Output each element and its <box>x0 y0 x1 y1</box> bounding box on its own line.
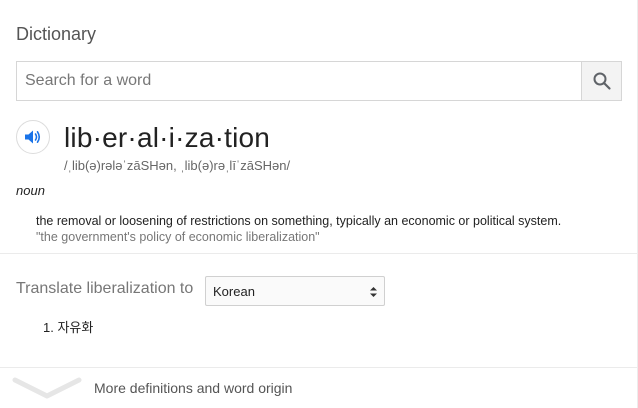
search-icon <box>593 72 611 90</box>
updown-arrows-icon <box>370 287 377 297</box>
panel-title: Dictionary <box>16 24 97 44</box>
more-definitions-label: More definitions and word origin <box>94 380 293 396</box>
dictionary-panel: Dictionary lib·er·al·i·za·tion /ˌlib(ə)r… <box>0 0 638 408</box>
chevron-down-icon <box>12 377 82 399</box>
search-box <box>16 61 622 101</box>
translation-result: 1. 자유화 <box>43 320 94 335</box>
pronunciation-button[interactable] <box>16 120 50 154</box>
part-of-speech: noun <box>16 183 45 198</box>
language-select[interactable]: Korean <box>205 276 385 306</box>
example-sentence: "the government's policy of economic lib… <box>36 230 320 244</box>
headword: lib·er·al·i·za·tion <box>64 122 271 153</box>
search-input[interactable] <box>17 62 581 100</box>
more-definitions-link[interactable]: More definitions and word origin <box>0 368 638 408</box>
selected-language: Korean <box>213 284 255 299</box>
speaker-icon <box>25 130 41 144</box>
definition-text: the removal or loosening of restrictions… <box>36 214 562 228</box>
section-divider <box>0 253 637 254</box>
phonetic-spelling: /ˌlib(ə)rələˈzāSHən, ˌlib(ə)rəˌlīˈzāSHən… <box>64 158 291 173</box>
search-button[interactable] <box>581 62 621 100</box>
translate-label: Translate liberalization to <box>16 280 194 297</box>
